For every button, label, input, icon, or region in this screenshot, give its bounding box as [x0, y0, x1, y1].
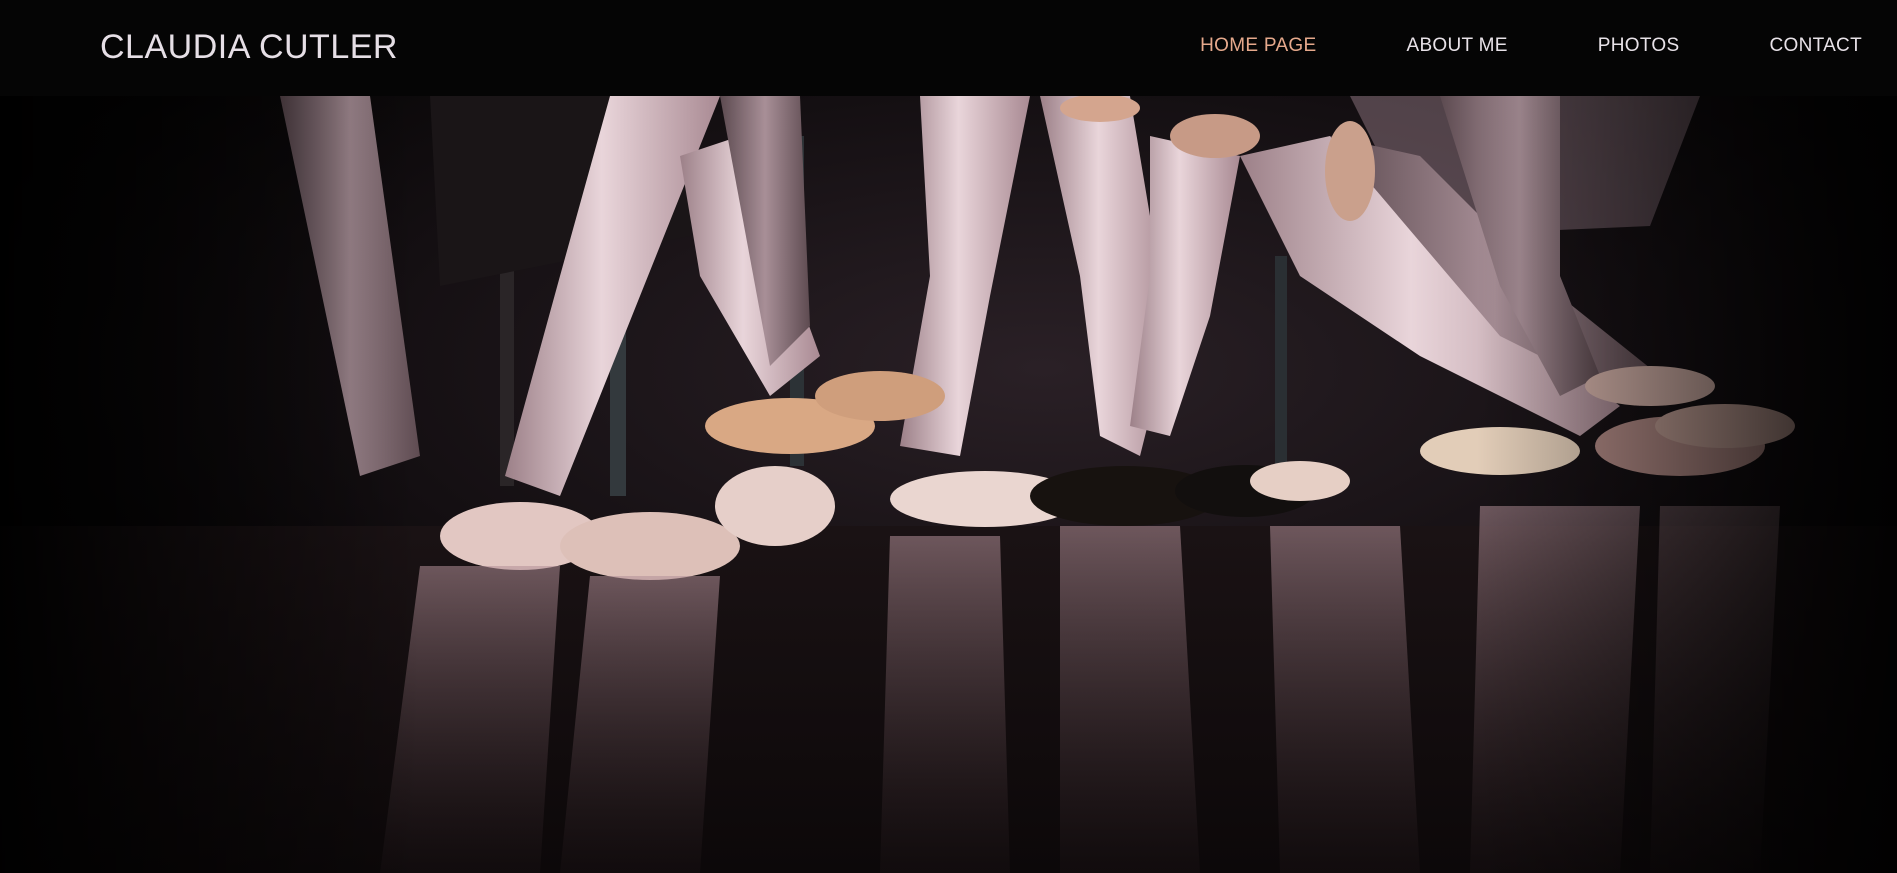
page: CLAUDIA CUTLER HOME PAGE ABOUT ME PHOTOS… — [0, 0, 1897, 873]
site-title[interactable]: CLAUDIA CUTLER — [100, 28, 398, 67]
nav-about-me[interactable]: ABOUT ME — [1406, 35, 1507, 57]
nav-photos[interactable]: PHOTOS — [1598, 35, 1680, 57]
main-nav: HOME PAGE ABOUT ME PHOTOS CONTACT — [1200, 35, 1862, 57]
nav-home-page[interactable]: HOME PAGE — [1200, 35, 1316, 57]
site-header: CLAUDIA CUTLER HOME PAGE ABOUT ME PHOTOS… — [0, 0, 1897, 96]
ballet-legs-illustration — [0, 96, 1897, 873]
nav-contact[interactable]: CONTACT — [1769, 35, 1862, 57]
hero-image — [0, 96, 1897, 873]
